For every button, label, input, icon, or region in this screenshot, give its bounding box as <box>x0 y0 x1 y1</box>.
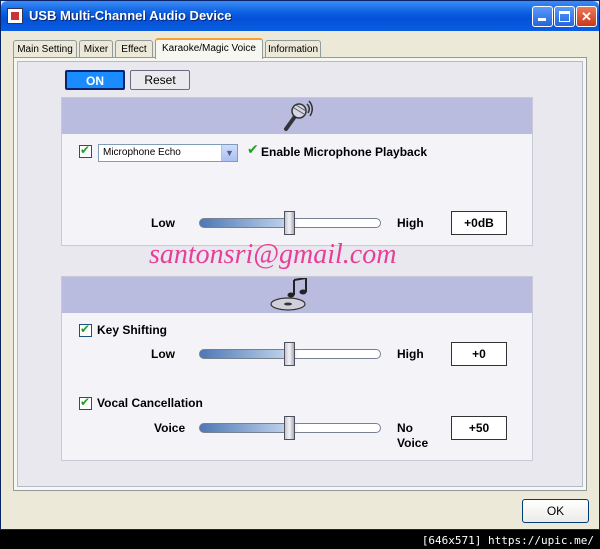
title-bar[interactable]: USB Multi-Channel Audio Device ✕ <box>1 1 599 31</box>
close-button[interactable]: ✕ <box>576 6 597 27</box>
microphone-effect-select[interactable]: Microphone Echo ▼ <box>98 144 238 162</box>
playback-check-icon[interactable]: ✔ <box>247 142 259 158</box>
vocal-cancellation-label: Vocal Cancellation <box>97 396 203 410</box>
music-group-header <box>62 277 532 313</box>
tab-karaoke-magic-voice[interactable]: Karaoke/Magic Voice <box>155 38 263 59</box>
reset-button[interactable]: Reset <box>130 70 190 90</box>
minimize-button[interactable] <box>532 6 553 27</box>
mic-level-slider-thumb[interactable] <box>284 211 295 235</box>
tab-effect[interactable]: Effect <box>115 40 153 58</box>
chevron-down-icon[interactable]: ▼ <box>221 145 237 161</box>
tab-mixer[interactable]: Mixer <box>79 40 113 58</box>
microphone-effect-value: Microphone Echo <box>103 147 181 158</box>
ok-button[interactable]: OK <box>522 499 589 523</box>
tab-information[interactable]: Information <box>265 40 321 58</box>
microphone-enable-checkbox[interactable] <box>79 143 92 158</box>
karaoke-tab-panel: ON Reset Microphone Echo ▼ ✔ En <box>13 57 587 491</box>
panel-inner: ON Reset Microphone Echo ▼ ✔ En <box>17 61 583 487</box>
tab-main-setting[interactable]: Main Setting <box>13 40 77 58</box>
microphone-group-header <box>62 98 532 134</box>
key-high-label: High <box>397 347 424 361</box>
window-title: USB Multi-Channel Audio Device <box>29 8 232 23</box>
mic-low-label: Low <box>151 216 175 230</box>
key-low-label: Low <box>151 347 175 361</box>
microphone-group: Microphone Echo ▼ ✔ Enable Microphone Pl… <box>61 97 533 246</box>
vocal-high-label-line2: Voice <box>397 436 429 450</box>
app-icon <box>7 8 23 24</box>
vocal-high-label-line1: No <box>397 421 413 435</box>
music-note-cd-icon <box>270 278 307 311</box>
mic-high-label: High <box>397 216 424 230</box>
music-group: Key Shifting Low High +0 Vocal Cancellat… <box>61 276 533 461</box>
vocal-cancellation-checkbox[interactable] <box>79 395 92 410</box>
microphone-icon <box>284 100 313 131</box>
key-shifting-value: +0 <box>451 342 507 366</box>
vocal-low-label: Voice <box>154 421 186 435</box>
audio-device-window: USB Multi-Channel Audio Device ✕ Main Se… <box>0 0 600 530</box>
key-shifting-label: Key Shifting <box>97 323 168 337</box>
key-shifting-checkbox[interactable] <box>79 322 92 337</box>
maximize-button[interactable] <box>554 6 575 27</box>
email-watermark: santonsri@gmail.com <box>149 239 397 270</box>
mic-level-value: +0dB <box>451 211 507 235</box>
vocal-cancellation-value: +50 <box>451 416 507 440</box>
enable-playback-label: Enable Microphone Playback <box>261 145 428 159</box>
image-host-caption: [646x571] https://upic.me/ <box>421 534 594 547</box>
key-shifting-slider-thumb[interactable] <box>284 342 295 366</box>
on-button[interactable]: ON <box>65 70 125 90</box>
vocal-cancellation-slider-thumb[interactable] <box>284 416 295 440</box>
